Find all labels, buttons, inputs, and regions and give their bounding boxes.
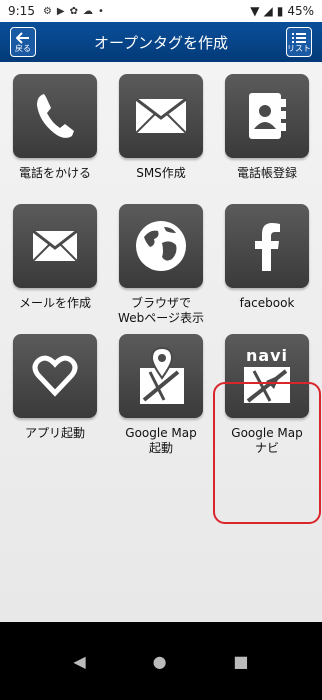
globe-icon (136, 221, 186, 271)
envelope-icon (135, 98, 187, 134)
notification-icons: ⚙ ▶ ✿ ☁ • (43, 6, 104, 17)
tile-label: 電話帳登録 (236, 166, 297, 180)
tile-google-map-launch[interactable]: Google Map 起動 (108, 334, 214, 456)
tile-icon-box (13, 74, 97, 158)
tile-browser[interactable]: ブラウザで Webページ表示 (108, 204, 214, 326)
wifi-icon: ▼ (250, 4, 260, 18)
recents-square-icon[interactable]: ■ (233, 652, 248, 671)
contacts-icon (249, 93, 286, 139)
mail-icon (32, 230, 78, 262)
signal-icon: ◢ (263, 4, 273, 18)
selection-highlight (213, 382, 321, 524)
tile-icon-box (119, 74, 203, 158)
heart-icon (32, 355, 78, 397)
status-time: 9:15 (8, 4, 35, 18)
notification-icon: ▶ (56, 5, 65, 17)
system-nav-bar: ◀ ● ■ (0, 622, 322, 700)
back-arrow-icon (16, 31, 29, 44)
notification-icon: ☁ (83, 5, 94, 17)
phone-icon (37, 94, 74, 138)
tile-icon-box (119, 204, 203, 288)
tile-label: 電話をかける (18, 166, 91, 180)
tile-label: ブラウザで Webページ表示 (118, 296, 204, 325)
app-header: 戻る オープンタグを作成 リスト (0, 22, 322, 62)
list-icon (292, 32, 306, 43)
tile-icon-box (13, 334, 97, 418)
home-circle-icon[interactable]: ● (153, 652, 167, 671)
tile-phone-call[interactable]: 電話をかける (2, 74, 108, 181)
tile-icon-box (225, 74, 309, 158)
back-button[interactable]: 戻る (10, 27, 36, 57)
tile-app-launch[interactable]: アプリ起動 (2, 334, 108, 441)
tile-icon-box (119, 334, 203, 418)
battery-icon: ▮ (276, 4, 284, 18)
tile-label: メールを作成 (18, 296, 91, 310)
tile-icon-box (13, 204, 97, 288)
notification-icon: ⚙ (42, 5, 52, 17)
tile-label: アプリ起動 (24, 426, 85, 440)
tile-mail[interactable]: メールを作成 (2, 204, 108, 311)
tile-grid: 電話をかける SMS作成 電話帳登録 メールを作成 ブラウザで Webページ表示… (0, 62, 322, 622)
list-button[interactable]: リスト (286, 27, 312, 57)
status-bar: 9:15 ⚙ ▶ ✿ ☁ • ▼ ◢ ▮ 45% (0, 0, 322, 22)
tile-label: facebook (239, 296, 295, 310)
tile-facebook[interactable]: facebook (214, 204, 320, 311)
tile-label: SMS作成 (136, 166, 186, 180)
battery-percent: 45% (287, 4, 314, 18)
tile-label: Google Map 起動 (125, 426, 197, 455)
map-pin-icon (140, 346, 184, 404)
page-title: オープンタグを作成 (93, 33, 229, 52)
tile-icon-box (225, 204, 309, 288)
facebook-icon (255, 223, 280, 271)
notification-icon: ✿ (69, 5, 79, 17)
navi-text: navi (245, 346, 289, 365)
notification-icon: • (98, 5, 104, 17)
tile-contacts[interactable]: 電話帳登録 (214, 74, 320, 181)
tile-sms[interactable]: SMS作成 (108, 74, 214, 181)
list-label: リスト (287, 43, 311, 53)
status-right: ▼ ◢ ▮ 45% (250, 4, 314, 18)
back-label: 戻る (15, 43, 31, 53)
back-triangle-icon[interactable]: ◀ (73, 652, 85, 671)
